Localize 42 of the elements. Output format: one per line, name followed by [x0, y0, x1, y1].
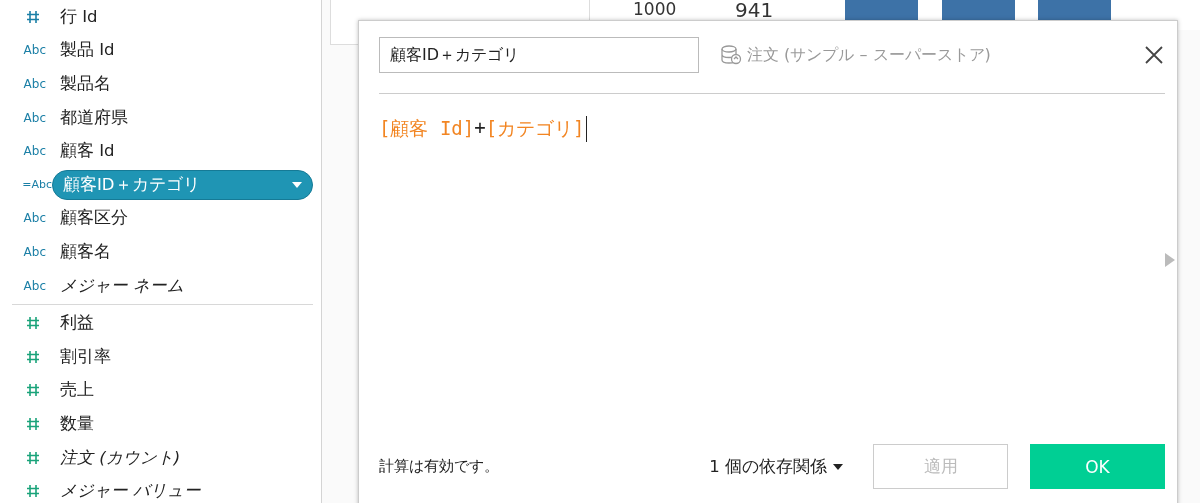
string-type-label: Abc: [23, 77, 46, 91]
field-item[interactable]: 数量: [50, 409, 313, 438]
string-type-label: Abc: [23, 278, 46, 293]
field-item[interactable]: 顧客区分: [50, 204, 313, 233]
field-item[interactable]: 顧客名: [50, 237, 313, 266]
field-item[interactable]: メジャー バリュー: [50, 477, 313, 503]
number-icon: [26, 416, 40, 431]
field-reference: [顧客 Id]: [379, 116, 475, 141]
field-item[interactable]: 注文 (カウント): [50, 443, 313, 472]
field-item[interactable]: 顧客 Id: [50, 137, 313, 166]
field-item[interactable]: 割引率: [50, 342, 313, 371]
field-item[interactable]: 売上: [50, 376, 313, 405]
number-icon: [26, 316, 40, 331]
string-type-label: Abc: [23, 211, 46, 226]
calculated-type-label: =Abc: [22, 178, 52, 192]
text-cursor: [585, 116, 587, 142]
field-reference: [カテゴリ]: [485, 116, 585, 141]
database-icon: [719, 44, 743, 66]
number-icon: [26, 383, 40, 398]
string-type-label: Abc: [23, 244, 46, 259]
bar-label: 941: [735, 0, 774, 22]
field-item[interactable]: 製品名: [50, 70, 313, 98]
caret-icon[interactable]: [833, 463, 843, 470]
axis-label: 1000: [633, 0, 677, 18]
field-item[interactable]: 行 Id: [50, 2, 313, 31]
dependencies-dropdown[interactable]: 1 個の依存関係: [709, 455, 853, 478]
status-message: 計算は有効です。: [379, 457, 500, 476]
number-icon: [26, 9, 40, 24]
data-source-label: 注文 (サンプル – スーパーストア): [747, 44, 991, 66]
operator: +: [474, 116, 486, 138]
string-type-label: Abc: [23, 43, 46, 58]
close-icon[interactable]: [1145, 46, 1163, 64]
calculation-name-field[interactable]: 顧客ID＋カテゴリ: [379, 37, 699, 73]
number-icon: [26, 450, 40, 465]
string-type-label: Abc: [23, 144, 46, 159]
number-icon: [26, 349, 40, 364]
field-item[interactable]: 利益: [50, 309, 313, 338]
field-item[interactable]: 製品 Id: [50, 36, 313, 65]
number-icon: [26, 484, 40, 499]
string-type-label: Abc: [23, 110, 46, 125]
field-item[interactable]: 都道府県: [50, 103, 313, 132]
field-item[interactable]: メジャー ネーム: [50, 271, 313, 300]
